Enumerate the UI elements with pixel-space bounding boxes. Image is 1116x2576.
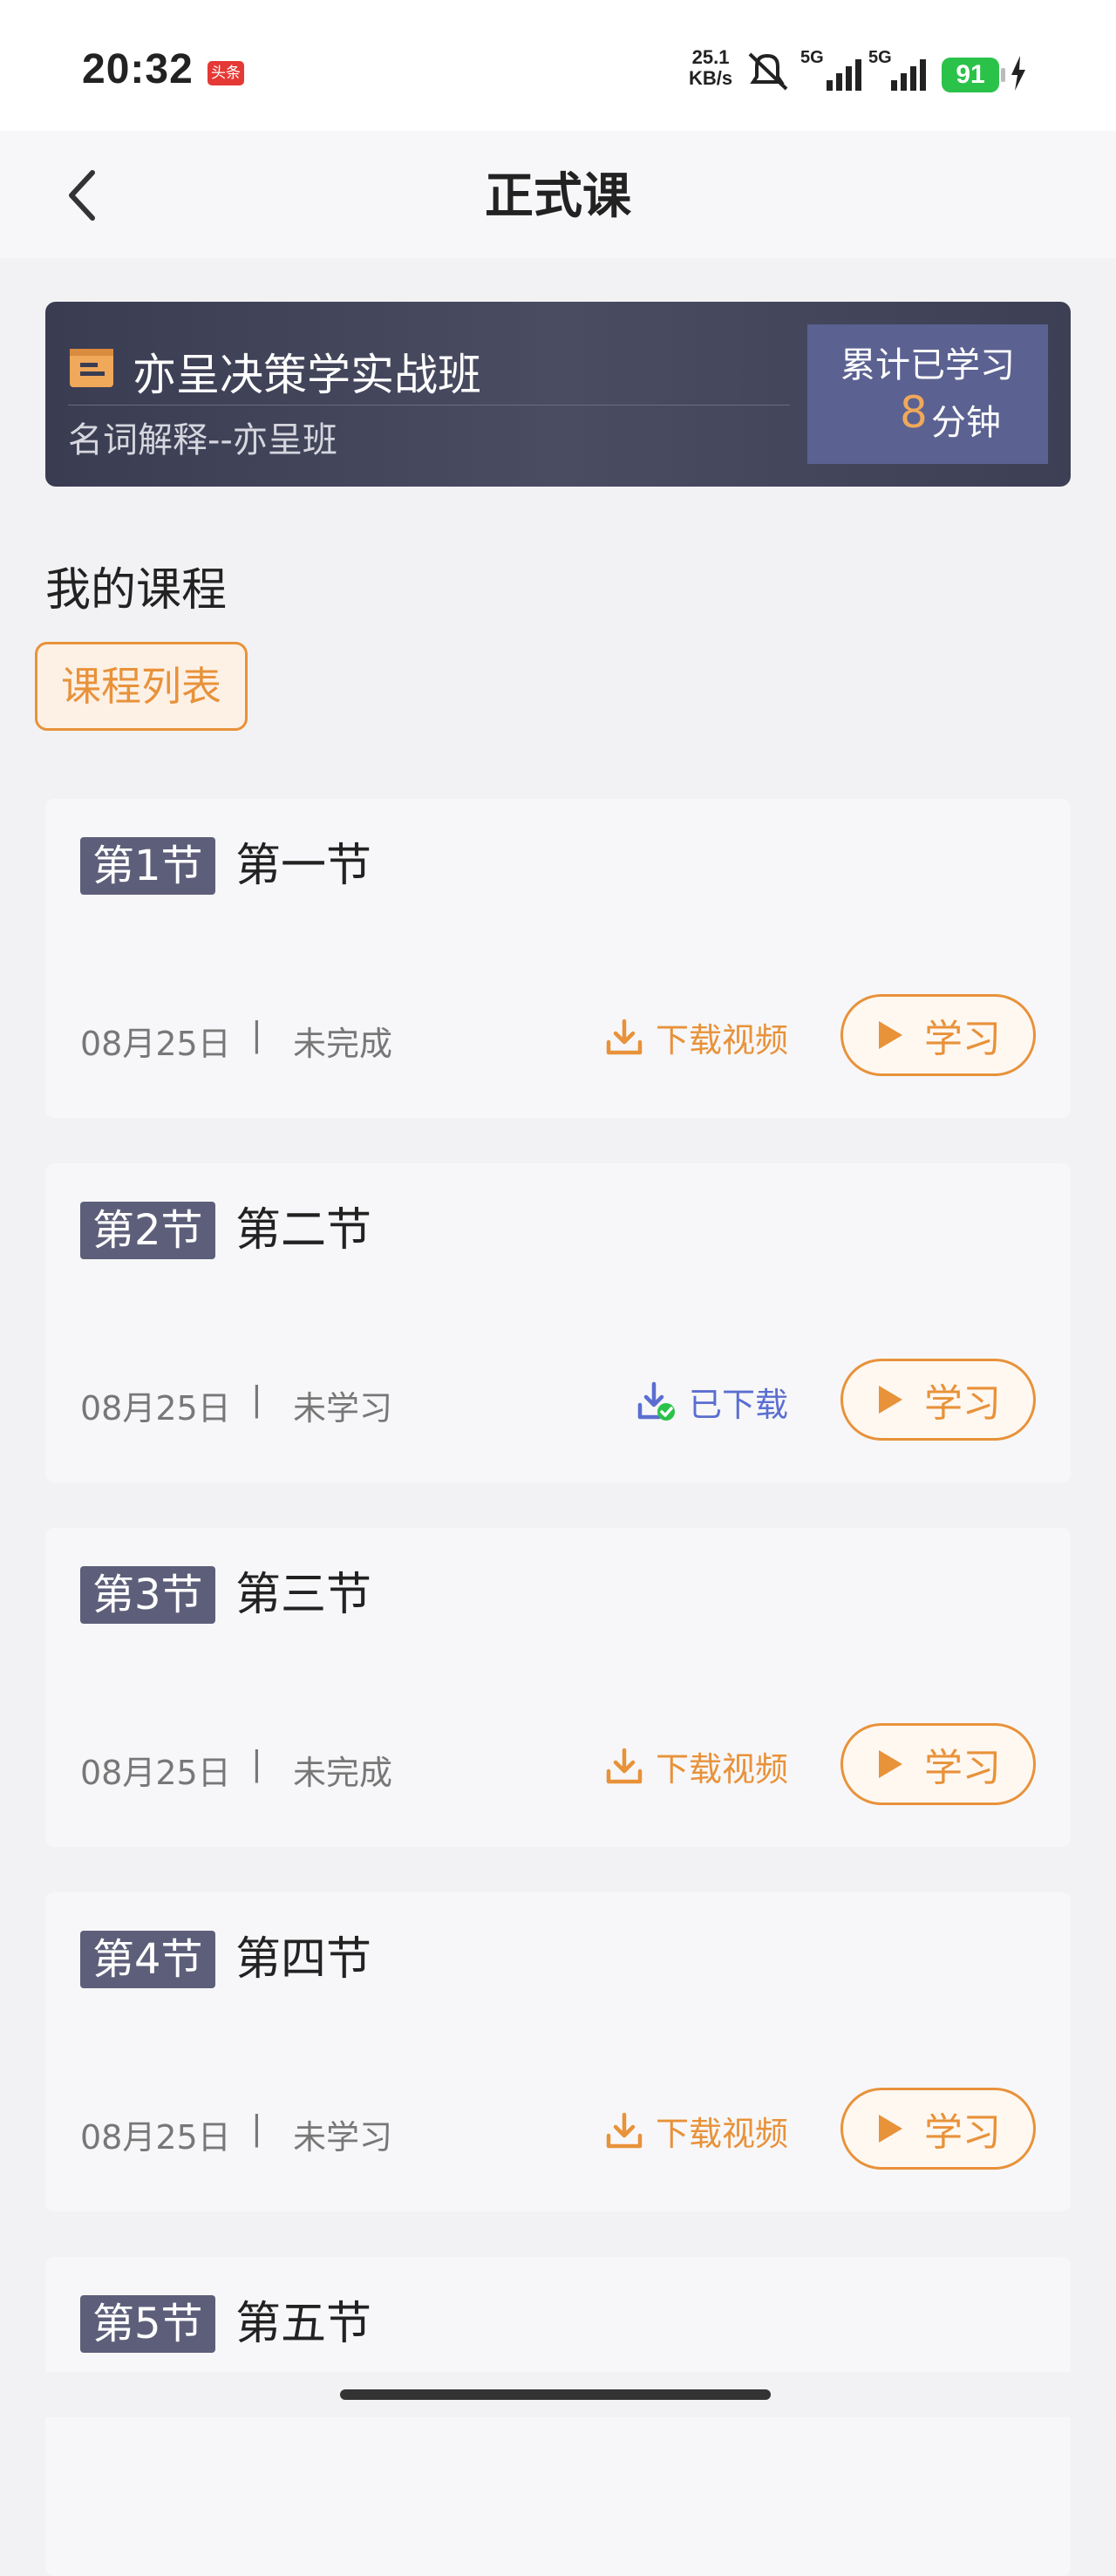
download-video-button[interactable]: 下载视频 bbox=[603, 1006, 788, 1067]
download-video-button[interactable]: 下载视频 bbox=[603, 2100, 788, 2161]
battery-icon: 91 bbox=[942, 58, 999, 92]
lesson-title: 第二节 bbox=[235, 1204, 372, 1257]
page-title: 正式课 bbox=[485, 168, 631, 225]
lesson-status: 未学习 bbox=[293, 1389, 393, 1428]
class-card: 亦呈决策学实战班 名词解释--亦呈班 累计已学习 8 分钟 bbox=[45, 302, 1071, 487]
lesson-date: 08月25日 bbox=[80, 1754, 231, 1792]
lesson-title: 第三节 bbox=[235, 1569, 372, 1621]
download-icon bbox=[606, 1019, 643, 1055]
net2-label: 5G bbox=[868, 48, 892, 67]
lesson-title: 第五节 bbox=[235, 2298, 372, 2350]
lesson-separator: | bbox=[251, 1015, 262, 1053]
lesson-separator: | bbox=[251, 1744, 262, 1782]
study-button-label: 学习 bbox=[924, 1017, 1001, 1061]
study-button-label: 学习 bbox=[924, 2110, 1001, 2155]
network-speed: 25.1 KB/s bbox=[689, 47, 732, 89]
signal-icons: 5G 5G bbox=[748, 48, 926, 91]
network-speed-value: 25.1 bbox=[691, 46, 730, 68]
download-video-button[interactable]: 下载视频 bbox=[603, 1735, 788, 1796]
lesson-card[interactable]: 第4节 第四节 08月25日 | 未学习 下载视频 学习 bbox=[45, 1892, 1071, 2211]
class-subtitle: 名词解释--亦呈班 bbox=[68, 420, 337, 460]
lesson-status: 未完成 bbox=[293, 1025, 393, 1063]
study-time-label: 累计已学习 bbox=[840, 345, 1015, 385]
lesson-card[interactable]: 第1节 第一节 08月25日 | 未完成 下载视频 学习 bbox=[45, 799, 1071, 1118]
download-icon bbox=[606, 2112, 643, 2149]
signal-bars-2-icon bbox=[891, 59, 926, 91]
study-time-box: 累计已学习 8 分钟 bbox=[807, 324, 1048, 464]
lesson-separator: | bbox=[251, 2109, 262, 2147]
play-icon bbox=[879, 1750, 902, 1778]
play-icon bbox=[879, 2115, 902, 2143]
study-button[interactable]: 学习 bbox=[840, 994, 1036, 1076]
play-icon bbox=[879, 1386, 902, 1414]
section-title: 我的课程 bbox=[45, 564, 228, 617]
lesson-status: 未完成 bbox=[293, 1754, 393, 1792]
lesson-number-tag: 第4节 bbox=[80, 1931, 215, 1988]
download-icon bbox=[606, 1748, 643, 1784]
lesson-date: 08月25日 bbox=[80, 2118, 231, 2157]
lesson-card[interactable]: 第2节 第二节 08月25日 | 未学习 已下载 学习 bbox=[45, 1163, 1071, 1482]
lesson-date: 08月25日 bbox=[80, 1389, 231, 1428]
lesson-title: 第四节 bbox=[235, 1933, 372, 1986]
net1-label: 5G bbox=[800, 48, 824, 67]
network-speed-unit: KB/s bbox=[689, 67, 733, 89]
lesson-separator: | bbox=[251, 1380, 262, 1418]
status-bar: 20:32 头条 25.1 KB/s 5G 5G 91 bbox=[0, 0, 1116, 131]
study-button[interactable]: 学习 bbox=[840, 1359, 1036, 1441]
lesson-status: 未学习 bbox=[293, 2118, 393, 2157]
lesson-number-tag: 第2节 bbox=[80, 1202, 215, 1259]
lesson-number-tag: 第5节 bbox=[80, 2295, 215, 2353]
study-button[interactable]: 学习 bbox=[840, 1723, 1036, 1805]
signal-bars-1-icon bbox=[827, 59, 861, 91]
study-button-label: 学习 bbox=[924, 1381, 1001, 1426]
status-time: 20:32 bbox=[82, 46, 194, 92]
battery-tip bbox=[1001, 68, 1005, 82]
charging-icon bbox=[1011, 56, 1025, 91]
play-icon bbox=[879, 1021, 902, 1049]
download-label: 下载视频 bbox=[656, 2114, 789, 2153]
study-button[interactable]: 学习 bbox=[840, 2088, 1036, 2170]
downloaded-check-icon bbox=[637, 1381, 675, 1421]
study-button-label: 学习 bbox=[924, 1746, 1001, 1790]
study-time-value: 8 bbox=[900, 387, 928, 438]
download-label: 下载视频 bbox=[656, 1020, 789, 1060]
lesson-date: 08月25日 bbox=[80, 1025, 231, 1063]
home-indicator[interactable] bbox=[340, 2389, 771, 2400]
lesson-card[interactable]: 第3节 第三节 08月25日 | 未完成 下载视频 学习 bbox=[45, 1528, 1071, 1847]
lesson-number-tag: 第3节 bbox=[80, 1566, 215, 1624]
news-app-badge: 头条 bbox=[208, 61, 244, 85]
lesson-number-tag: 第1节 bbox=[80, 837, 215, 895]
study-time-unit: 分钟 bbox=[931, 403, 1001, 443]
lesson-title: 第一节 bbox=[235, 840, 372, 892]
class-book-icon bbox=[70, 349, 113, 387]
class-name: 亦呈决策学实战班 bbox=[133, 350, 481, 400]
tab-course-list[interactable]: 课程列表 bbox=[35, 642, 248, 731]
downloaded-indicator[interactable]: 已下载 bbox=[636, 1371, 788, 1432]
download-label: 已下载 bbox=[689, 1385, 789, 1424]
mute-bell-icon bbox=[748, 52, 788, 91]
download-label: 下载视频 bbox=[656, 1749, 789, 1789]
